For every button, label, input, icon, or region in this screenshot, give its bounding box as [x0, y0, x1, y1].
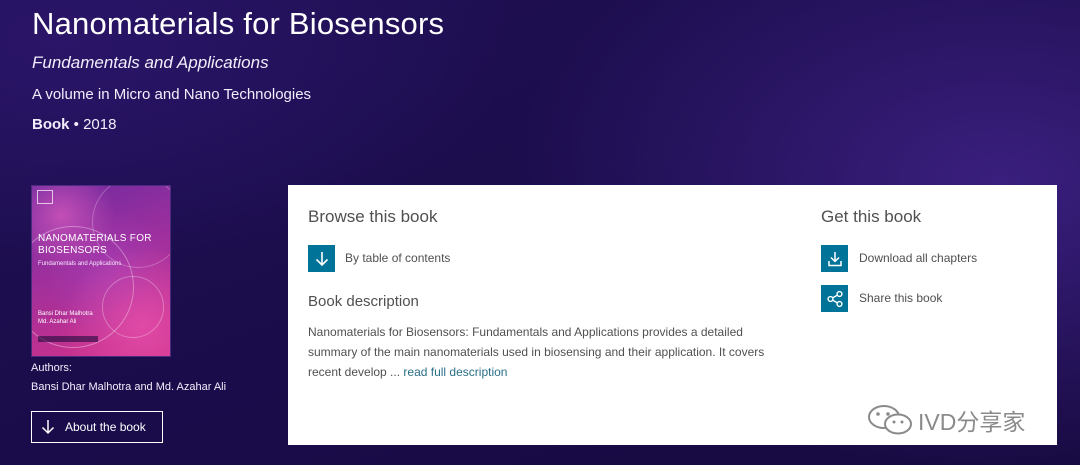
cover-title: NANOMATERIALS FOR BIOSENSORS — [38, 233, 152, 257]
description-text: Nanomaterials for Biosensors: Fundamenta… — [308, 322, 788, 382]
series-line: A volume in Micro and Nano Technologies — [32, 86, 312, 103]
book-cover[interactable]: NANOMATERIALS FOR BIOSENSORS Fundamental… — [31, 185, 171, 357]
download-button[interactable] — [821, 245, 848, 272]
arrow-down-icon — [41, 419, 55, 435]
share-this-book-link[interactable]: Share this book — [859, 291, 942, 305]
book-subtitle: Fundamentals and Applications — [32, 53, 269, 72]
get-heading: Get this book — [821, 207, 922, 226]
authors-label: Authors: — [31, 362, 72, 374]
page-title: Nanomaterials for Biosensors — [32, 6, 445, 41]
watermark-text: IVD分享家 — [918, 409, 1026, 435]
book-meta: Book • 2018 — [32, 116, 116, 133]
meta-separator: • — [69, 116, 84, 133]
share-icon — [826, 290, 843, 307]
browse-heading: Browse this book — [308, 207, 438, 226]
download-all-chapters-link[interactable]: Download all chapters — [859, 251, 977, 265]
cover-cell-shape — [102, 276, 164, 338]
publisher-logo-icon — [37, 190, 53, 204]
toc-link[interactable]: By table of contents — [345, 251, 450, 265]
cover-authors: Bansi Dhar Malhotra Md. Azahar Ali — [38, 310, 93, 326]
description-body: Nanomaterials for Biosensors: Fundamenta… — [308, 325, 765, 379]
publication-year: 2018 — [83, 116, 117, 133]
about-button-label: About the book — [65, 420, 146, 434]
watermark: IVD分享家 — [866, 403, 1025, 437]
cover-author: Bansi Dhar Malhotra — [38, 311, 93, 317]
description-heading: Book description — [308, 293, 419, 310]
cover-author: Md. Azahar Ali — [38, 319, 77, 325]
download-icon — [827, 251, 842, 266]
cover-series-bar — [38, 336, 98, 342]
cover-subtitle: Fundamentals and Applications — [38, 261, 122, 267]
authors-names: Bansi Dhar Malhotra and Md. Azahar Ali — [31, 381, 227, 393]
about-the-book-button[interactable]: About the book — [31, 411, 163, 443]
cover-title-line: NANOMATERIALS FOR — [38, 233, 152, 244]
wechat-icon — [868, 405, 912, 435]
toc-button[interactable] — [308, 245, 335, 272]
content-type: Book — [32, 116, 70, 133]
arrow-down-icon — [315, 251, 328, 266]
read-full-description-link[interactable]: read full description — [403, 365, 507, 379]
share-button[interactable] — [821, 285, 848, 312]
cover-title-line: BIOSENSORS — [38, 245, 108, 256]
